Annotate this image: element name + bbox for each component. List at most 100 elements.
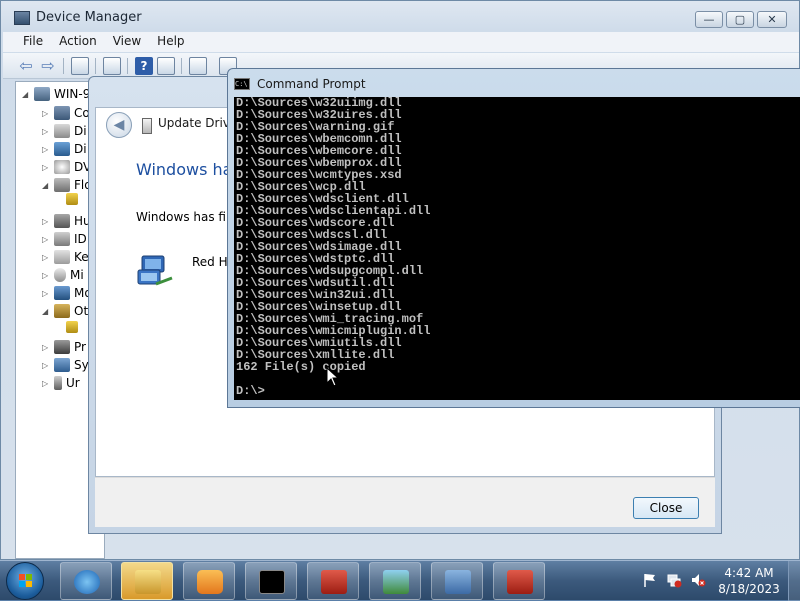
warning-icon [66, 193, 78, 205]
action-center-flag-icon[interactable] [642, 572, 658, 588]
scan-hardware-icon[interactable] [189, 57, 207, 75]
properties-icon[interactable] [103, 57, 121, 75]
dvd-drive-icon [54, 160, 70, 174]
tree-item-label: Di [74, 124, 87, 138]
expand-icon[interactable]: ▷ [42, 127, 50, 136]
image-viewer-icon [383, 570, 409, 594]
taskbar: 4:42 AM 8/18/2023 [0, 560, 800, 601]
maximize-button[interactable]: ▢ [726, 11, 754, 28]
network-icon[interactable] [666, 572, 682, 588]
back-arrow-icon[interactable]: ⇦ [17, 57, 35, 75]
taskbar-image-viewer[interactable] [369, 562, 421, 600]
collapse-icon[interactable]: ◢ [22, 90, 30, 99]
expand-icon[interactable]: ▷ [42, 145, 50, 154]
window-title: Command Prompt [257, 77, 366, 91]
tree-item[interactable]: ▷ Mi [42, 267, 84, 283]
tree-item-label: Ot [74, 304, 89, 318]
taskbar-device-manager[interactable] [431, 562, 483, 600]
menu-view[interactable]: View [105, 32, 149, 52]
forward-arrow-icon[interactable]: ⇨ [39, 57, 57, 75]
human-interface-icon [54, 214, 70, 228]
tree-item[interactable]: ▷ Co [42, 105, 90, 121]
menu-action[interactable]: Action [51, 32, 105, 52]
tree-item[interactable]: ◢ Flo [42, 177, 92, 193]
tree-item[interactable]: ▷ DV [42, 159, 91, 175]
tree-item[interactable]: ▷ ID [42, 231, 87, 247]
expand-icon[interactable]: ▷ [42, 217, 50, 226]
internet-explorer-icon [74, 570, 100, 594]
processor-icon [54, 340, 70, 354]
mouse-icon [54, 268, 66, 282]
expand-icon[interactable]: ▷ [42, 253, 50, 262]
command-prompt-icon [259, 570, 285, 594]
system-clock[interactable]: 4:42 AM 8/18/2023 [716, 565, 782, 597]
expand-icon[interactable]: ▷ [42, 163, 50, 172]
tree-item[interactable]: ▷ Ke [42, 249, 89, 265]
tree-item[interactable]: ▷ Ur [42, 375, 80, 391]
tree-root-label: WIN-9 [54, 87, 91, 101]
close-button[interactable]: Close [633, 497, 699, 519]
tree-item[interactable]: ▷ Hu [42, 213, 91, 229]
close-button[interactable]: ✕ [757, 11, 787, 28]
menu-file[interactable]: File [15, 32, 51, 52]
tree-item[interactable]: ▷ Sy [42, 357, 89, 373]
view-icon[interactable] [157, 57, 175, 75]
tree-item-label: Pr [74, 340, 86, 354]
taskbar-command-prompt[interactable] [245, 562, 297, 600]
other-devices-icon [54, 304, 70, 318]
monitor-icon [54, 286, 70, 300]
taskbar-media-player[interactable] [183, 562, 235, 600]
help-icon[interactable]: ? [135, 57, 153, 75]
expand-icon[interactable]: ▷ [42, 379, 50, 388]
title-bar[interactable]: Device Manager — ▢ ✕ [1, 1, 799, 31]
expand-icon[interactable]: ▷ [42, 361, 50, 370]
expand-icon[interactable]: ▷ [42, 271, 50, 280]
minimize-button[interactable]: — [695, 11, 723, 28]
collapse-icon[interactable]: ◢ [42, 181, 50, 190]
expand-icon[interactable]: ▷ [42, 109, 50, 118]
tree-item-label: ID [74, 232, 87, 246]
taskbar-toolbox-2[interactable] [493, 562, 545, 600]
tree-child-item[interactable] [66, 193, 78, 205]
back-button[interactable]: ◀ [106, 112, 132, 138]
tree-child-item[interactable] [66, 321, 78, 333]
command-prompt-icon: C:\ [234, 78, 250, 90]
taskbar-toolbox[interactable] [307, 562, 359, 600]
console-output[interactable]: D:\Sources\w32uiimg.dll D:\Sources\w32uir… [234, 97, 800, 400]
mouse-pointer-icon [326, 367, 340, 387]
console-lines: D:\Sources\w32uiimg.dll D:\Sources\w32uir… [236, 97, 430, 397]
media-player-icon [197, 570, 223, 594]
tree-item[interactable]: ◢ Ot [42, 303, 88, 319]
start-button[interactable] [6, 562, 44, 600]
expand-icon[interactable]: ▷ [42, 343, 50, 352]
tree-item-label: Ke [74, 250, 89, 264]
tree-item[interactable]: ▷ Pr [42, 339, 86, 355]
clock-time: 4:42 AM [724, 566, 774, 580]
expand-icon[interactable]: ▷ [42, 289, 50, 298]
collapse-icon[interactable]: ◢ [42, 307, 50, 316]
command-prompt-window: C:\ Command Prompt D:\Sources\w32uiimg.d… [227, 68, 800, 408]
tree-item[interactable]: ▷ Mo [42, 285, 92, 301]
taskbar-windows-explorer[interactable] [121, 562, 173, 600]
windows-logo-icon [19, 574, 33, 588]
taskbar-internet-explorer[interactable] [60, 562, 112, 600]
toolbar-separator [181, 58, 182, 74]
tree-item[interactable]: ▷ Di [42, 141, 87, 157]
expand-icon[interactable]: ▷ [42, 235, 50, 244]
show-hide-tree-icon[interactable] [71, 57, 89, 75]
tree-item[interactable]: ▷ Di [42, 123, 87, 139]
network-adapter-icon [137, 255, 173, 286]
volume-muted-icon[interactable] [690, 572, 706, 588]
display-adapter-icon [54, 142, 70, 156]
warning-icon [66, 321, 78, 333]
tree-root[interactable]: ◢ WIN-9 [22, 87, 90, 101]
show-desktop-button[interactable] [788, 561, 800, 601]
tree-item-label: Ur [66, 376, 80, 390]
device-manager-icon [14, 11, 30, 25]
toolbar-separator [63, 58, 64, 74]
tree-item-label: Sy [74, 358, 89, 372]
keyboard-icon [54, 250, 70, 264]
dialog-footer: Close [95, 477, 715, 527]
menu-help[interactable]: Help [149, 32, 192, 52]
disk-drive-icon [54, 124, 70, 138]
